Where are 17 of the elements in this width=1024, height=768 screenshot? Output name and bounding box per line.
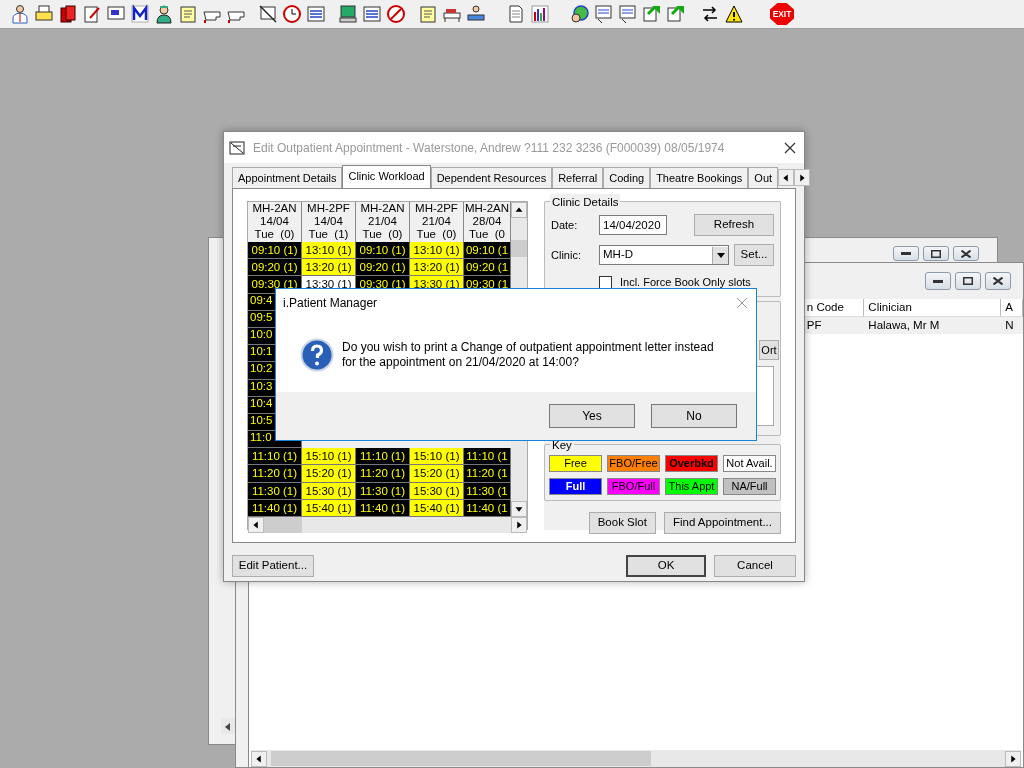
field-label: Date:: [551, 217, 579, 233]
key-swatch: Not Avail.: [723, 455, 776, 472]
key-swatch: FBO/Free: [607, 455, 660, 472]
key-swatch: Free: [549, 455, 602, 472]
table-cell-text: PF: [805, 318, 823, 333]
key-swatch: Overbkd: [665, 455, 718, 472]
key-swatch: FBO/Full: [607, 478, 660, 495]
table-cell-text: Halawa, Mr M: [867, 318, 941, 333]
window-title: i.Patient Manager: [283, 295, 379, 312]
table-cell-text: N: [1004, 318, 1015, 333]
key-swatch: Full: [549, 478, 602, 495]
window-title: Edit Outpatient Appointment - Waterstone, Andrew ?111 232 3236 (F000039) 08/05/1974: [253, 139, 726, 157]
field-label: Clinic:: [551, 247, 582, 263]
message-text: Do you wish to print a Change of outpatient appointment letter instead for the appointment on 21/04/2020 at 14:00?: [342, 339, 714, 370]
key-swatch: This Appt: [665, 478, 718, 495]
key-swatch: NA/Full: [723, 478, 776, 495]
checkbox-label: Incl. Force Book Only slots: [620, 275, 751, 290]
